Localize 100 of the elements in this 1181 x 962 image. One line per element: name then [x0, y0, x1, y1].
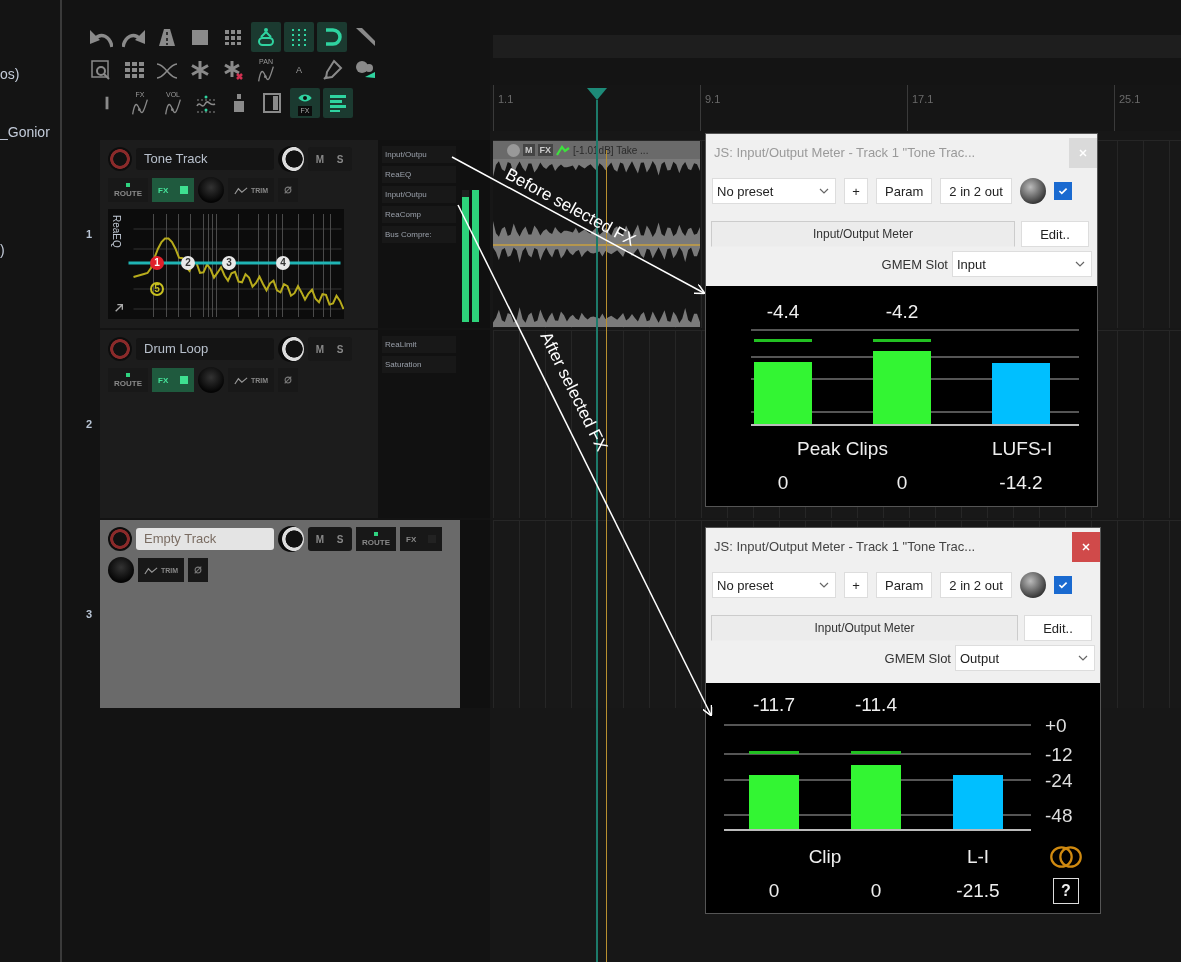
scale-label: -24: [1045, 769, 1073, 792]
mute-button[interactable]: M: [310, 149, 330, 169]
fx-button[interactable]: FX: [400, 527, 442, 551]
sidebar-item[interactable]: os): [0, 66, 20, 82]
fx-item[interactable]: ReaLimit: [382, 336, 456, 353]
plugin-name-field[interactable]: Input/Output Meter: [711, 221, 1015, 247]
toolbar-button[interactable]: [317, 22, 347, 52]
edit-button[interactable]: Edit..: [1024, 615, 1092, 641]
add-button[interactable]: +: [844, 572, 868, 598]
fx-button[interactable]: FX: [152, 178, 194, 202]
solo-button[interactable]: S: [330, 149, 350, 169]
route-button[interactable]: ROUTE: [108, 368, 148, 392]
pin-routing-button[interactable]: 2 in 2 out: [940, 572, 1012, 598]
eq-band-node[interactable]: 3: [222, 256, 236, 270]
volume-knob[interactable]: [108, 557, 134, 583]
expand-arrow-icon[interactable]: [114, 303, 124, 313]
eq-band-node[interactable]: 1: [150, 256, 164, 270]
add-button[interactable]: +: [844, 178, 868, 204]
bypass-checkbox[interactable]: [1053, 576, 1072, 594]
sidebar-item[interactable]: _Gonior: [0, 124, 50, 140]
toolbar-button[interactable]: [323, 88, 353, 118]
eq-graph[interactable]: ReaEQ 1 2 3 4 5: [108, 209, 344, 319]
track-number: 2: [85, 418, 94, 430]
toolbar-button[interactable]: [251, 22, 281, 52]
route-button[interactable]: ROUTE: [108, 178, 148, 202]
fx-item[interactable]: ReaEQ: [382, 166, 456, 183]
close-icon: [1081, 541, 1091, 552]
wet-knob[interactable]: [1019, 572, 1046, 598]
phase-icon: [193, 565, 204, 575]
caret-icon: [819, 582, 829, 588]
help-button[interactable]: ?: [1053, 878, 1079, 904]
param-button[interactable]: Param: [876, 178, 933, 204]
track-name-field[interactable]: Empty Track: [136, 528, 274, 550]
meter-label: L-I: [965, 846, 991, 868]
snowflake-icon: [188, 58, 212, 82]
toolbar-button[interactable]: [284, 22, 314, 52]
scale-label: -12: [1045, 744, 1073, 767]
phase-button[interactable]: [278, 178, 299, 202]
check-icon: [1056, 185, 1069, 197]
slot-dropdown[interactable]: Input: [952, 251, 1092, 277]
eq-band-node[interactable]: 2: [181, 256, 195, 270]
fx-item[interactable]: Saturation: [382, 356, 456, 373]
fx-item[interactable]: Bus Compre:: [382, 226, 456, 243]
preset-dropdown[interactable]: No preset: [712, 178, 836, 204]
solo-button[interactable]: S: [330, 529, 350, 549]
panel-icon: [260, 91, 284, 115]
track-number: 3: [85, 608, 94, 620]
meter-label: Clip: [807, 846, 843, 868]
peak-readout: -4.4: [765, 301, 801, 323]
pan-knob[interactable]: [278, 146, 304, 172]
record-arm-button[interactable]: [108, 527, 132, 551]
peak-hold-line: [851, 750, 901, 754]
route-button[interactable]: ROUTE: [356, 527, 396, 551]
rings-icon[interactable]: [1049, 845, 1083, 869]
sidebar-item[interactable]: ): [0, 242, 5, 258]
close-button[interactable]: [1072, 531, 1100, 562]
phase-button[interactable]: [278, 368, 299, 392]
peak-hold-line: [873, 339, 931, 343]
track-name-field[interactable]: Tone Track: [136, 148, 274, 170]
preset-dropdown[interactable]: No preset: [712, 572, 836, 598]
ruler-label: 25.1: [1114, 85, 1181, 131]
eq-band-node[interactable]: 5: [150, 282, 164, 296]
ruler-label: 17.1: [907, 85, 1114, 131]
item-mute-button[interactable]: M: [523, 144, 535, 156]
fx-item[interactable]: Input/Outpu: [382, 186, 456, 203]
fx-item[interactable]: Input/Outpu: [382, 146, 456, 163]
edit-button[interactable]: Edit..: [1021, 221, 1089, 247]
param-button[interactable]: Param: [876, 572, 933, 598]
scale-label: -48: [1045, 805, 1073, 828]
peak-readout: -11.7: [752, 694, 796, 716]
pin-routing-button[interactable]: 2 in 2 out: [940, 178, 1012, 204]
phase-icon: [283, 185, 294, 195]
meter-value: 0: [895, 472, 909, 494]
track-number: 1: [85, 228, 94, 240]
plugin-name-field[interactable]: Input/Output Meter: [711, 615, 1018, 641]
bypass-checkbox[interactable]: [1053, 182, 1072, 200]
caret-icon: [1078, 655, 1088, 661]
slot-dropdown[interactable]: Output: [955, 645, 1095, 671]
pan-knob[interactable]: [278, 336, 304, 362]
wet-knob[interactable]: [1019, 178, 1046, 204]
envelope-icon[interactable]: [556, 144, 570, 156]
phase-button[interactable]: [188, 558, 209, 582]
meter-label: LUFS-I: [992, 438, 1050, 460]
mute-button[interactable]: M: [310, 339, 330, 359]
window-title: JS: Input/Output Meter - Track 1 "Tone Trac...: [714, 145, 977, 160]
item-fx-button[interactable]: FX: [537, 144, 553, 156]
pan-knob[interactable]: [278, 526, 304, 552]
meter-value: -14.2: [998, 472, 1044, 494]
fx-button[interactable]: FX: [152, 368, 194, 392]
slot-label: GMEM Slot: [881, 256, 948, 272]
solo-button[interactable]: S: [330, 339, 350, 359]
mute-button[interactable]: M: [310, 529, 330, 549]
toolbar-button[interactable]: A: [284, 55, 314, 85]
eq-title: ReaEQ: [111, 215, 122, 248]
peak-hold-line: [754, 339, 812, 343]
meter-label: Peak Clips: [796, 438, 889, 460]
window-title: JS: Input/Output Meter - Track 1 "Tone Trac...: [714, 539, 977, 554]
fx-item[interactable]: ReaComp: [382, 206, 456, 223]
track-name-field[interactable]: Drum Loop: [136, 338, 274, 360]
eq-band-node[interactable]: 4: [276, 256, 290, 270]
